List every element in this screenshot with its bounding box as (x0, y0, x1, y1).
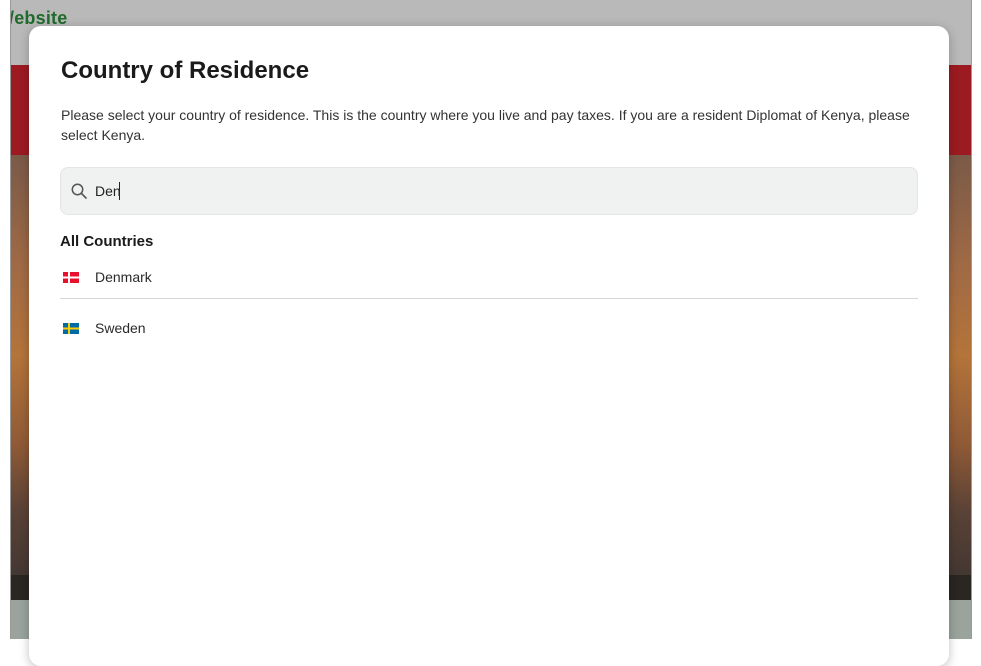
country-option-denmark[interactable]: Denmark (60, 256, 918, 299)
sweden-flag-icon (63, 322, 79, 334)
country-search-input[interactable] (95, 178, 895, 204)
dialog-title: Country of Residence (61, 57, 310, 84)
country-name: Sweden (95, 320, 146, 336)
country-list: Denmark Sweden (60, 256, 918, 349)
search-icon (70, 182, 88, 200)
dialog-description: Please select your country of residence.… (61, 107, 910, 143)
country-search-box[interactable] (60, 167, 918, 215)
country-name: Denmark (95, 269, 152, 285)
country-of-residence-dialog: Country of Residence Please select your … (29, 26, 949, 666)
country-option-sweden[interactable]: Sweden (60, 307, 918, 349)
text-cursor (119, 182, 120, 200)
denmark-flag-icon (63, 271, 79, 283)
all-countries-heading: All Countries (60, 233, 154, 250)
